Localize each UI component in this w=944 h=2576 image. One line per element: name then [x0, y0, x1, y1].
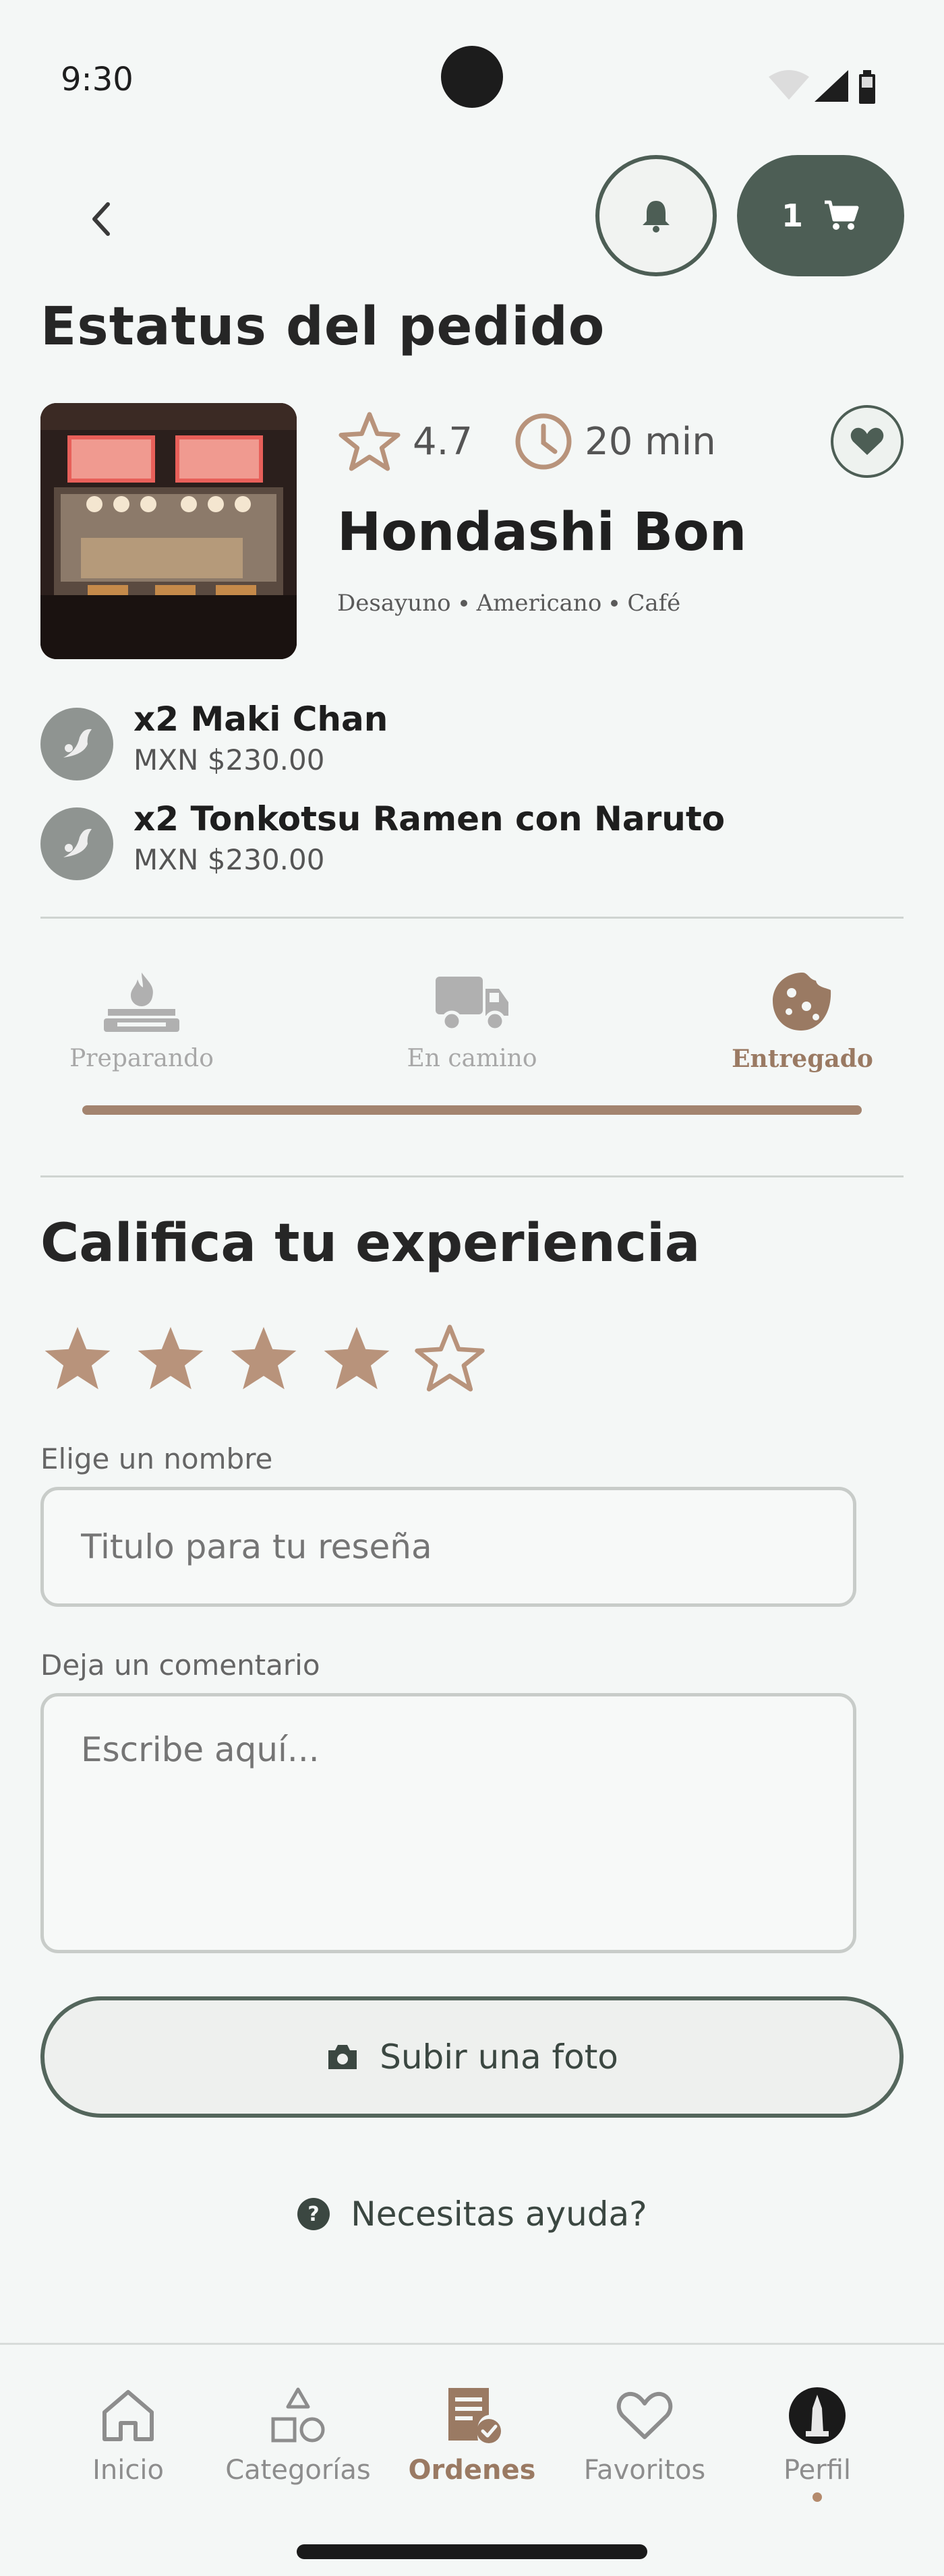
back-button[interactable]: [74, 192, 128, 246]
order-item: x2 Maki Chan MXN $230.00: [40, 700, 917, 787]
shapes-icon: [264, 2382, 332, 2449]
star-filled-icon[interactable]: [320, 1321, 394, 1395]
star-rating: [40, 1321, 487, 1395]
item-name: x2 Tonkotsu Ramen con Naruto: [134, 799, 726, 838]
top-bar: 1: [0, 152, 944, 280]
camera-cutout: [441, 46, 503, 108]
tag-separator: [460, 600, 467, 607]
step-entregado: Entregado: [701, 964, 904, 1073]
star-empty-icon[interactable]: [413, 1321, 487, 1395]
signal-icon: [815, 70, 848, 102]
progress-track: [82, 1105, 862, 1115]
help-link[interactable]: ? Necesitas ayuda?: [0, 2195, 944, 2234]
review-title: Califica tu experiencia: [40, 1213, 701, 1274]
progress-fill: [82, 1105, 862, 1115]
receipt-check-icon: [438, 2382, 506, 2449]
star-filled-icon[interactable]: [134, 1321, 208, 1395]
home-indicator: [297, 2544, 647, 2559]
restaurant-photo: [40, 403, 297, 659]
upload-photo-button[interactable]: Subir una foto: [40, 1996, 904, 2118]
divider: [40, 1175, 904, 1177]
nav-item-favoritos[interactable]: Favoritos: [557, 2382, 732, 2486]
tag-separator: [611, 600, 618, 607]
tag: Americano: [476, 590, 602, 617]
question-circle-icon: ?: [297, 2198, 330, 2230]
tag: Café: [627, 590, 681, 617]
rating: 4.7: [337, 410, 473, 472]
name-label: Elige un nombre: [40, 1442, 273, 1475]
star-filled-icon[interactable]: [227, 1321, 301, 1395]
avatar-icon: [784, 2382, 851, 2449]
nav-item-inicio[interactable]: Inicio: [40, 2382, 216, 2486]
restaurant-tags: Desayuno Americano Café: [337, 590, 680, 617]
restaurant-name: Hondashi Bon: [337, 502, 747, 563]
bell-icon: [643, 201, 670, 233]
nav-label: Perfil: [783, 2455, 852, 2486]
chevron-left-icon: [92, 202, 110, 236]
heart-icon: [611, 2382, 678, 2449]
nav-item-categorias[interactable]: Categorías: [210, 2382, 386, 2486]
cart-count: 1: [781, 197, 803, 234]
eta-value: 20 min: [585, 419, 716, 464]
upload-photo-label: Subir una foto: [380, 2037, 618, 2077]
tag: Desayuno: [337, 590, 451, 617]
page-title: Estatus del pedido: [40, 297, 606, 357]
comment-label: Deja un comentario: [40, 1649, 320, 1682]
order-tracker: Preparando En camino Entregado: [40, 964, 904, 1139]
order-item: x2 Tonkotsu Ramen con Naruto MXN $230.00: [40, 799, 917, 887]
help-label: Necesitas ayuda?: [351, 2195, 647, 2234]
step-preparando: Preparando: [40, 964, 243, 1072]
eta: 20 min: [513, 411, 716, 472]
item-price: MXN $230.00: [134, 843, 325, 876]
cart-button[interactable]: 1: [737, 155, 904, 276]
cookie-icon: [759, 964, 846, 1038]
camera-icon: [328, 2045, 357, 2069]
home-icon: [94, 2382, 162, 2449]
step-label: En camino: [407, 1045, 537, 1072]
step-en-camino: En camino: [371, 964, 573, 1072]
status-bar: 9:30: [0, 0, 944, 155]
svg-text:?: ?: [308, 2203, 320, 2226]
step-label: Preparando: [69, 1045, 214, 1072]
system-icons: [769, 70, 875, 104]
battery-icon: [859, 70, 875, 104]
notification-dot: [813, 2492, 822, 2502]
shopping-cart-icon: [825, 200, 859, 230]
star-outline-icon: [338, 412, 401, 471]
heart-icon: [850, 427, 884, 455]
nav-label: Categorías: [225, 2455, 371, 2486]
nav-label: Favoritos: [583, 2455, 706, 2486]
clock-icon: [515, 413, 572, 470]
nav-label: Ordenes: [408, 2455, 536, 2486]
star-filled-icon[interactable]: [40, 1321, 115, 1395]
item-price: MXN $230.00: [134, 743, 325, 776]
step-label: Entregado: [732, 1045, 873, 1073]
favorite-button[interactable]: [831, 405, 904, 478]
nav-label: Inicio: [92, 2455, 164, 2486]
review-comment-textarea[interactable]: [40, 1693, 856, 1953]
item-name: x2 Maki Chan: [134, 700, 388, 739]
nav-item-ordenes[interactable]: Ordenes: [384, 2382, 560, 2486]
status-time: 9:30: [61, 61, 134, 98]
notifications-button[interactable]: [595, 155, 717, 276]
nav-item-perfil[interactable]: Perfil: [730, 2382, 905, 2502]
stove-fire-icon: [98, 964, 185, 1038]
dish-icon: [40, 708, 113, 780]
divider: [40, 917, 904, 919]
review-title-input[interactable]: [40, 1487, 856, 1607]
wifi-icon: [769, 70, 809, 100]
bottom-nav: Inicio Categorías Ordenes Favoritos Perf…: [0, 2343, 944, 2576]
rating-value: 4.7: [413, 419, 473, 464]
delivery-truck-icon: [428, 964, 516, 1038]
dish-icon: [40, 807, 113, 880]
restaurant-meta: 4.7 20 min: [337, 408, 757, 475]
